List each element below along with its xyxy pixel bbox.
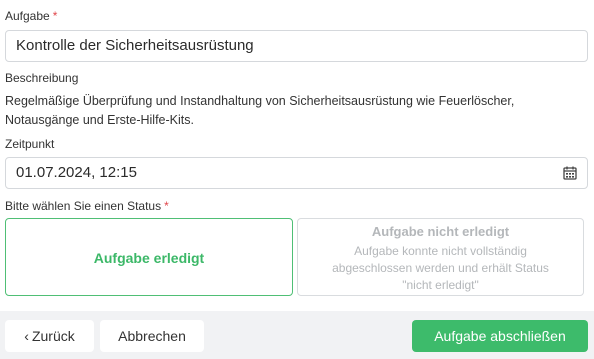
task-required-mark: * — [52, 9, 58, 23]
time-input-value: 01.07.2024, 12:15 — [16, 164, 137, 181]
calendar-icon[interactable] — [563, 166, 577, 180]
description-label: Beschreibung — [5, 71, 79, 85]
task-label: Aufgabe * — [5, 9, 57, 23]
status-label: Bitte wählen Sie einen Status * — [5, 199, 169, 213]
task-input[interactable]: Kontrolle der Sicherheitsausrüstung — [5, 30, 588, 62]
status-option-not-done[interactable]: Aufgabe nicht erledigt Aufgabe konnte ni… — [297, 218, 584, 296]
status-required-mark: * — [164, 199, 169, 213]
chevron-left-icon: ‹ — [24, 328, 29, 344]
task-completion-form: Aufgabe * Kontrolle der Sicherheitsausrüs… — [0, 0, 594, 311]
back-button-label: Zurück — [31, 328, 75, 344]
finish-task-button[interactable]: Aufgabe abschließen — [412, 320, 588, 352]
time-label: Zeitpunkt — [5, 137, 55, 151]
description-text: Regelmäßige Überprüfung und Instandhaltu… — [5, 94, 515, 127]
status-label-text: Bitte wählen Sie einen Status — [5, 199, 162, 213]
time-input[interactable]: 01.07.2024, 12:15 — [5, 157, 588, 189]
task-label-text: Aufgabe — [5, 9, 50, 23]
cancel-button[interactable]: Abbrechen — [100, 320, 204, 352]
status-not-done-title: Aufgabe nicht erledigt — [371, 224, 510, 239]
task-input-value: Kontrolle der Sicherheitsausrüstung — [16, 37, 254, 54]
status-option-done[interactable]: Aufgabe erledigt — [5, 218, 293, 296]
back-button[interactable]: ‹ Zurück — [5, 320, 94, 352]
status-done-title: Aufgabe erledigt — [93, 250, 205, 266]
footer-bar: ‹ Zurück Abbrechen Aufgabe abschließen — [0, 311, 594, 359]
status-not-done-subtitle: Aufgabe konnte nicht vollständig abgesch… — [332, 244, 549, 292]
